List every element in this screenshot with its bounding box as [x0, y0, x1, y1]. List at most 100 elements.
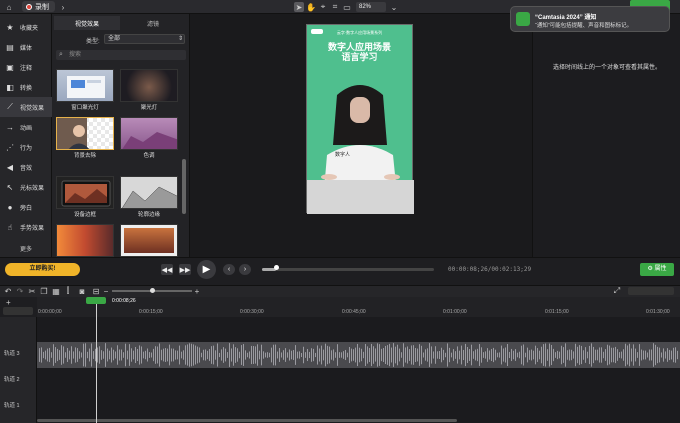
timeline-scrollbar[interactable] — [37, 419, 457, 422]
waveform-bar — [575, 343, 576, 367]
paste-icon[interactable]: ▦ — [51, 286, 61, 296]
waveform-bar — [255, 346, 256, 364]
waveform-bar — [111, 347, 112, 363]
home-icon[interactable]: ⌂ — [4, 2, 14, 12]
previous-marker-icon[interactable]: ‹ — [223, 264, 235, 275]
sidebar-item-animations[interactable]: → 动画 — [0, 117, 52, 137]
effect-device-frame[interactable]: 设备边框 — [56, 176, 114, 218]
waveform-bar — [143, 351, 144, 359]
timeline-tracks[interactable] — [37, 317, 680, 423]
next-marker-icon[interactable]: › — [239, 264, 251, 275]
redo-icon[interactable]: ↷ — [15, 286, 25, 296]
select-tool-icon[interactable]: ➤ — [294, 2, 304, 12]
waveform-bar — [445, 352, 446, 358]
chevron-right-icon[interactable]: › — [58, 2, 68, 12]
waveform-bar — [141, 346, 142, 364]
waveform-bar — [175, 350, 176, 360]
waveform-bar — [381, 348, 382, 362]
sidebar-item-audio-effects[interactable]: ◀ 音效 — [0, 157, 52, 177]
waveform-bar — [67, 348, 68, 362]
fit-tool-icon[interactable]: ▭ — [342, 2, 352, 12]
waveform-bar — [673, 347, 674, 363]
track-header-1[interactable]: 轨道 1 — [0, 394, 37, 419]
step-back-icon[interactable]: ◀◀ — [161, 264, 173, 275]
waveform-bar — [317, 345, 318, 365]
move-tool-icon[interactable]: ⌖ — [318, 2, 328, 12]
sidebar-item-annotations[interactable]: ▣ 注释 — [0, 57, 52, 77]
track-header-3[interactable]: 轨道 3 — [0, 342, 37, 367]
scrubber-track[interactable] — [262, 268, 434, 271]
timeline-zoom-handle[interactable] — [150, 288, 155, 293]
waveform-bar — [403, 343, 404, 367]
waveform-bar — [119, 349, 120, 361]
sidebar-item-cursor-effects[interactable]: ↖ 光标效果 — [0, 177, 52, 197]
sidebar-more[interactable]: 更多 — [0, 244, 52, 253]
waveform-bar — [259, 350, 260, 360]
plus-icon[interactable]: + — [192, 286, 202, 296]
waveform-bar — [387, 345, 388, 365]
undo-icon[interactable]: ↶ — [3, 286, 13, 296]
video-preview[interactable]: 云字·数字人应用场景系列 数字人应用场景 语言学习 数字人 — [306, 24, 414, 214]
effect-colorize[interactable]: 色调 — [120, 117, 178, 159]
scrubber-handle[interactable] — [274, 265, 279, 270]
sidebar-item-visual-effects[interactable]: ⟋ 视觉效果 — [0, 97, 52, 117]
record-button[interactable]: 录制 — [22, 1, 55, 12]
buy-now-button[interactable]: 立即购买! — [5, 263, 80, 276]
waveform-bar — [117, 345, 118, 365]
copy-icon[interactable]: ❐ — [39, 286, 49, 296]
sidebar-item-voice-narration[interactable]: ● 旁白 — [0, 197, 52, 217]
playhead-line[interactable] — [96, 297, 97, 423]
zoom-out-icon[interactable]: ⊟ — [91, 286, 101, 296]
cut-icon[interactable]: ✂ — [27, 286, 37, 296]
panel-scrollbar[interactable] — [182, 159, 186, 214]
tab-filters[interactable]: 滤镜 — [120, 16, 186, 30]
effect-window-spotlight[interactable]: 窗口聚光灯 — [56, 69, 114, 111]
tab-visual-effects[interactable]: 视觉效果 — [54, 16, 120, 30]
track-controls[interactable] — [3, 307, 33, 315]
sidebar-item-media[interactable]: ▤ 媒体 — [0, 37, 52, 57]
sidebar-item-gesture-effects[interactable]: ☝ 手势效果 — [0, 217, 52, 237]
split-icon[interactable]: ⫿ — [63, 286, 73, 296]
search-input[interactable]: 搜索 — [56, 50, 186, 60]
effect-spotlight[interactable]: 聚光灯 — [120, 69, 178, 111]
notification-body: “通知”可能包括提醒、声音和图标标记。 — [535, 23, 633, 29]
waveform-bar — [619, 352, 620, 358]
waveform-bar — [205, 349, 206, 361]
waveform-bar — [473, 351, 474, 359]
chevron-down-icon[interactable]: ⌄ — [389, 2, 399, 12]
sidebar-item-transitions[interactable]: ◧ 转换 — [0, 77, 52, 97]
pan-tool-icon[interactable]: ✋ — [306, 2, 316, 12]
track-headers: 轨道 3 轨道 2 轨道 1 — [0, 317, 37, 423]
properties-button[interactable]: ⚙ 属性 — [640, 263, 674, 276]
waveform-bar — [393, 343, 394, 367]
waveform-bar — [59, 350, 60, 360]
audio-clip[interactable] — [37, 342, 680, 368]
effect-outline-edges[interactable]: 轮廓边缘 — [120, 176, 178, 218]
crop-tool-icon[interactable]: ⌗ — [330, 2, 340, 12]
expand-icon[interactable]: ⤢ — [612, 286, 622, 296]
add-track-icon[interactable]: + — [6, 298, 11, 307]
camera-icon[interactable]: ◙ — [77, 286, 87, 296]
sidebar-item-favorites[interactable]: ★ 收藏夹 — [0, 17, 52, 37]
waveform-bar — [241, 345, 242, 365]
track-header-2[interactable]: 轨道 2 — [0, 368, 37, 393]
sidebar-item-behaviors[interactable]: ⋰ 行为 — [0, 137, 52, 157]
system-notification[interactable]: “Camtasia 2024” 通知 “通知”可能包括提醒、声音和图标标记。 — [510, 6, 670, 32]
waveform-bar — [105, 343, 106, 367]
effect-background-removal[interactable]: 背景去除 — [56, 117, 114, 159]
waveform-bar — [77, 348, 78, 362]
waveform-bar — [391, 347, 392, 363]
timeline-options[interactable] — [628, 287, 674, 295]
waveform-bar — [133, 350, 134, 360]
type-select[interactable]: 全部 — [104, 34, 185, 44]
waveform-bar — [559, 351, 560, 359]
playhead-handle[interactable] — [86, 297, 106, 304]
presenter-figure — [307, 85, 414, 214]
step-forward-icon[interactable]: ▶▶ — [179, 264, 191, 275]
waveform-bar — [617, 349, 618, 361]
waveform-bar — [81, 352, 82, 358]
waveform-bar — [485, 351, 486, 359]
minus-icon[interactable]: − — [101, 286, 111, 296]
zoom-select[interactable]: 82% — [356, 2, 386, 12]
play-button[interactable]: ▶ — [197, 260, 216, 279]
